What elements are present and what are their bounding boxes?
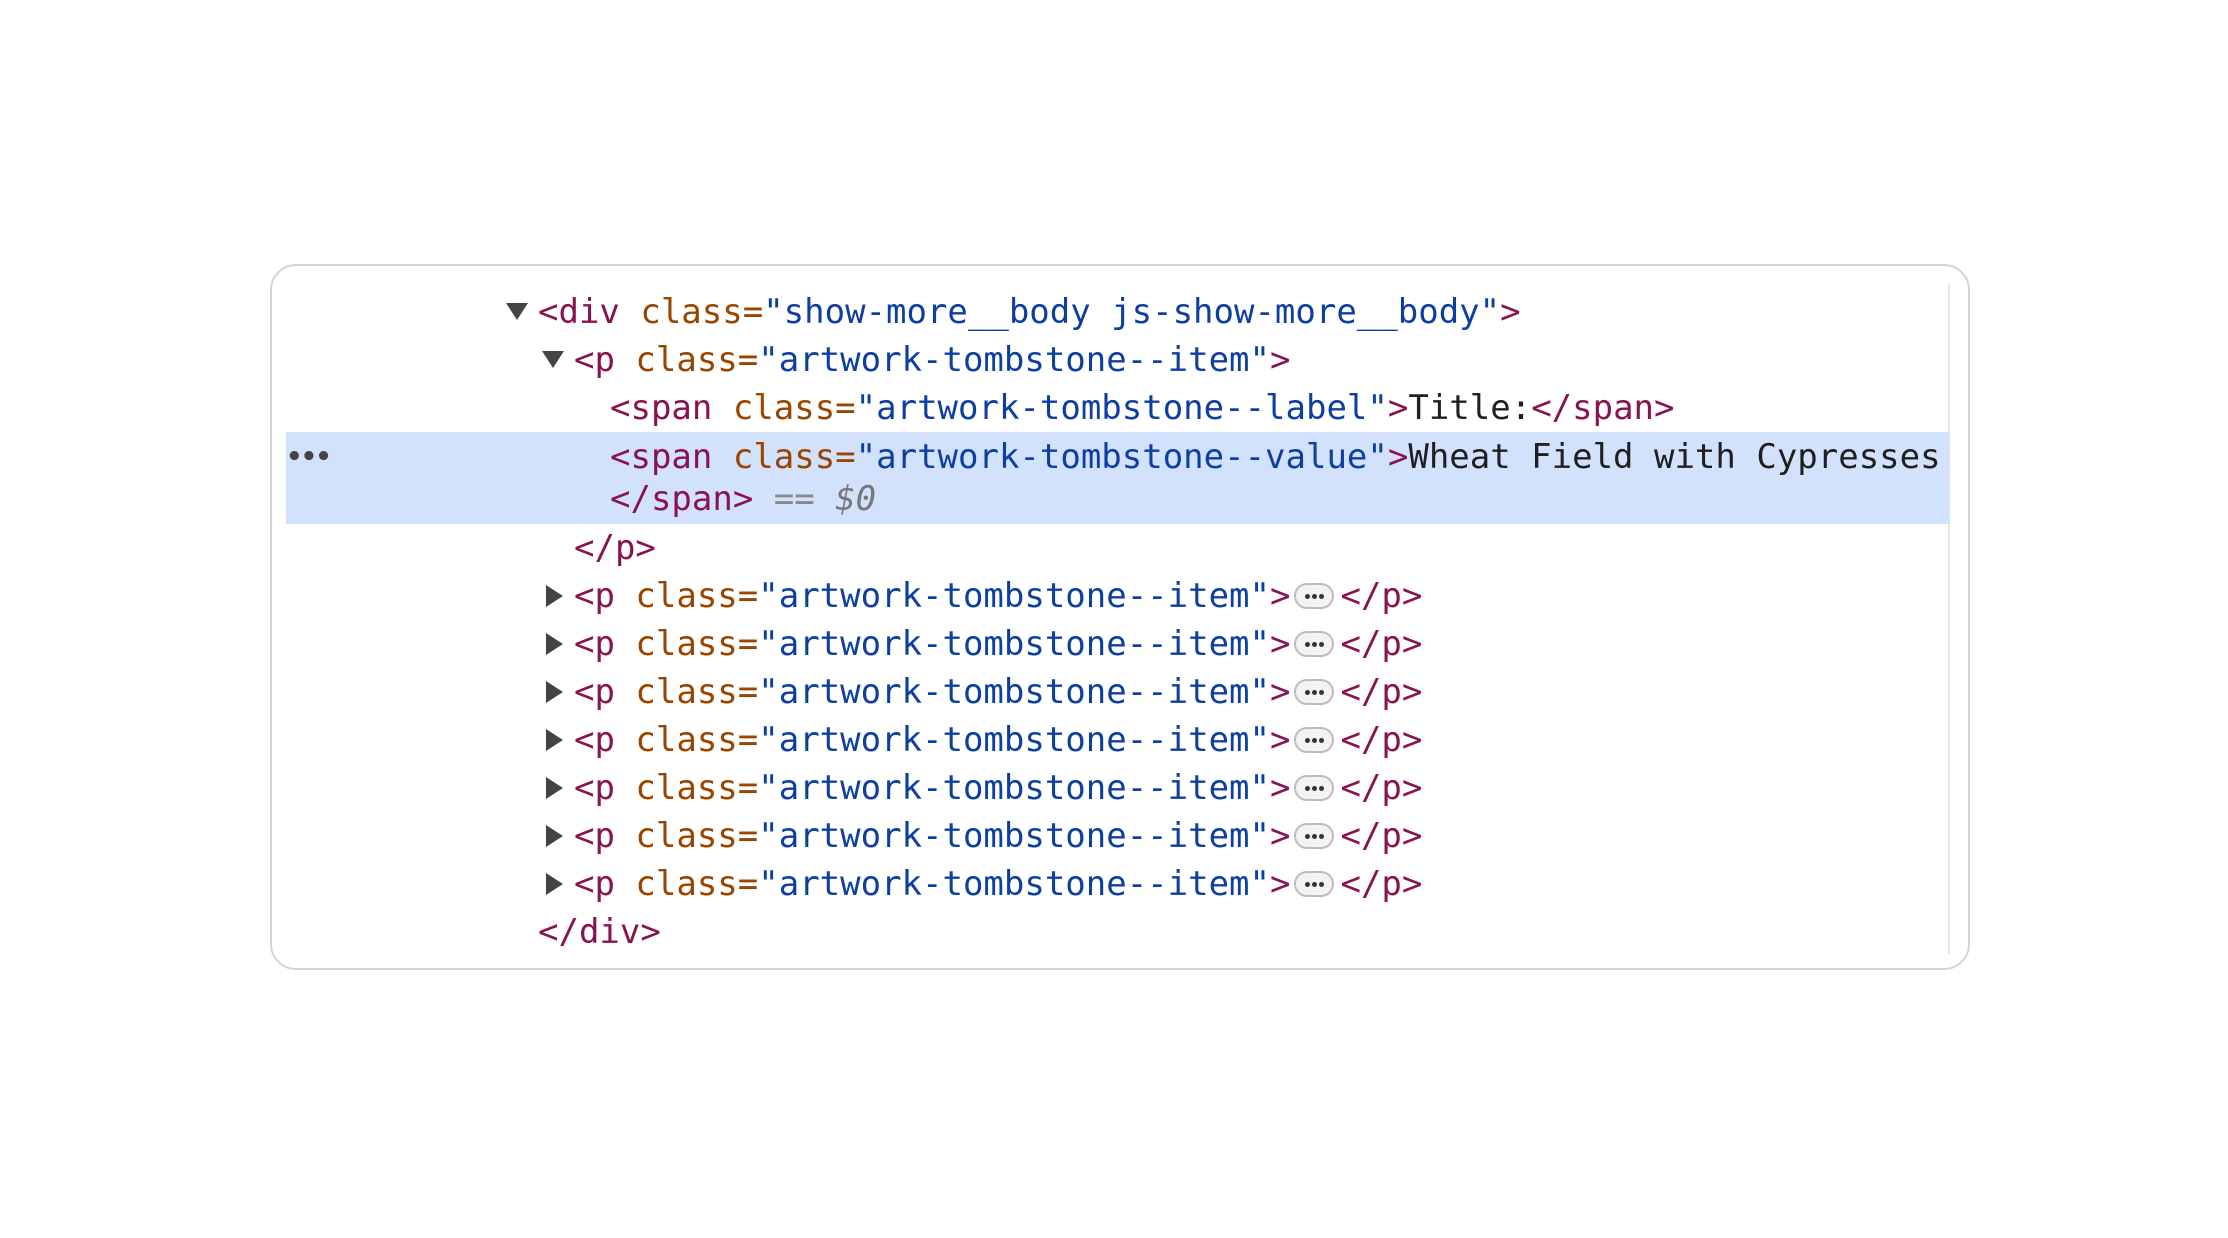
tree-row-collapsed-p[interactable]: <p class="artwork-tombstone--item"> </p>: [286, 860, 1950, 908]
attribute-value: "artwork-tombstone--item": [758, 672, 1270, 712]
tag-name: <p: [574, 768, 615, 808]
tree-row-collapsed-p[interactable]: <p class="artwork-tombstone--item"> </p>: [286, 620, 1950, 668]
tree-row-div-close[interactable]: </div>: [286, 908, 1950, 956]
tag-close: >: [1387, 388, 1409, 428]
triangle-right-icon[interactable]: [546, 777, 563, 799]
tree-row-collapsed-p[interactable]: <p class="artwork-tombstone--item"> </p>: [286, 764, 1950, 812]
tag-close: >: [1270, 768, 1291, 808]
ellipsis-pill-icon[interactable]: [1294, 726, 1335, 753]
tag-end: </p>: [574, 528, 656, 568]
ellipsis-pill-icon[interactable]: [1294, 870, 1335, 897]
triangle-right-icon[interactable]: [546, 873, 563, 895]
tag-name: <p: [574, 672, 615, 712]
tag-close: >: [1270, 624, 1291, 664]
attribute-name: class=: [614, 340, 759, 380]
tag-name: <div: [538, 292, 620, 332]
tree-row-collapsed-p[interactable]: <p class="artwork-tombstone--item"> </p>: [286, 668, 1950, 716]
ellipsis-pill-icon[interactable]: [1294, 774, 1335, 801]
attribute-value: "artwork-tombstone--item": [758, 624, 1270, 664]
tag-close: >: [1270, 864, 1291, 904]
ellipsis-pill-icon[interactable]: [1294, 582, 1335, 609]
triangle-right-icon[interactable]: [546, 729, 563, 751]
triangle-down-icon[interactable]: [506, 303, 528, 320]
attribute-name: class=: [619, 292, 764, 332]
attribute-value: "artwork-tombstone--item": [758, 340, 1270, 380]
attribute-value: "artwork-tombstone--item": [758, 768, 1270, 808]
tag-end: </span>: [610, 479, 754, 519]
tag-end: </p>: [1340, 576, 1423, 616]
tag-close: >: [1270, 576, 1291, 616]
tree-row-value-span-selected[interactable]: ••• <span class="artwork-tombstone--valu…: [286, 432, 1950, 478]
tag-end: </p>: [1340, 816, 1423, 856]
tag-name: <p: [574, 624, 615, 664]
attribute-name: class=: [614, 672, 759, 712]
attribute-name: class=: [712, 388, 856, 428]
attribute-name: class=: [614, 624, 759, 664]
triangle-down-icon[interactable]: [542, 351, 564, 368]
ellipsis-pill-icon[interactable]: [1294, 822, 1335, 849]
tree-row-label-span[interactable]: <span class="artwork-tombstone--label">T…: [286, 384, 1950, 432]
attribute-name: class=: [614, 576, 759, 616]
attribute-name: class=: [614, 864, 759, 904]
tag-name: <span: [610, 437, 713, 477]
triangle-right-icon[interactable]: [546, 681, 563, 703]
tag-name: <p: [574, 816, 615, 856]
tag-end: </p>: [1340, 672, 1423, 712]
attribute-value: "artwork-tombstone--item": [758, 816, 1270, 856]
attribute-value: "artwork-tombstone--item": [758, 864, 1270, 904]
tag-name: <p: [574, 576, 615, 616]
tag-name: <p: [574, 340, 615, 380]
tree-row-div-open[interactable]: <div class="show-more__body js-show-more…: [286, 288, 1950, 336]
tag-end: </p>: [1340, 864, 1423, 904]
tag-name: <p: [574, 720, 615, 760]
tag-end: </p>: [1340, 720, 1423, 760]
text-node: Title:: [1408, 388, 1532, 428]
tag-close: >: [1270, 340, 1291, 380]
ellipsis-pill-icon[interactable]: [1294, 630, 1335, 657]
tree-row-p-open[interactable]: <p class="artwork-tombstone--item">: [286, 336, 1950, 384]
tag-end: </span>: [1531, 388, 1675, 428]
dom-tree: <div class="show-more__body js-show-more…: [286, 288, 1950, 956]
attribute-name: class=: [712, 437, 856, 477]
tag-close: >: [1270, 720, 1291, 760]
attribute-value: "show-more__body js-show-more__body": [763, 292, 1501, 332]
attribute-name: class=: [614, 720, 759, 760]
tag-close: >: [1270, 816, 1291, 856]
equals-marker: ==: [753, 479, 836, 519]
attribute-value: "artwork-tombstone--label": [855, 388, 1388, 428]
attribute-value: "artwork-tombstone--item": [758, 720, 1270, 760]
tag-name: <p: [574, 864, 615, 904]
attribute-value: "artwork-tombstone--value": [855, 437, 1388, 477]
tag-close: >: [1270, 672, 1291, 712]
tag-end: </div>: [538, 912, 661, 952]
tag-close: >: [1500, 292, 1521, 332]
tree-row-collapsed-p[interactable]: <p class="artwork-tombstone--item"> </p>: [286, 572, 1950, 620]
tag-close: >: [1387, 437, 1409, 477]
tag-end: </p>: [1340, 624, 1423, 664]
text-node: Wheat Field with Cypresses: [1408, 437, 1941, 477]
attribute-name: class=: [614, 816, 759, 856]
attribute-value: "artwork-tombstone--item": [758, 576, 1270, 616]
attribute-name: class=: [614, 768, 759, 808]
triangle-right-icon[interactable]: [546, 585, 563, 607]
tree-row-collapsed-p[interactable]: <p class="artwork-tombstone--item"> </p>: [286, 812, 1950, 860]
tag-end: </p>: [1340, 768, 1423, 808]
tree-row-p-close[interactable]: </p>: [286, 524, 1950, 572]
tree-row-value-span-end[interactable]: </span> == $0: [286, 478, 1950, 524]
tag-name: <span: [610, 388, 713, 428]
gutter-menu-icon[interactable]: •••: [286, 432, 332, 482]
ellipsis-pill-icon[interactable]: [1294, 678, 1335, 705]
triangle-right-icon[interactable]: [546, 825, 563, 847]
console-ref: $0: [835, 479, 877, 519]
triangle-right-icon[interactable]: [546, 633, 563, 655]
tree-row-collapsed-p[interactable]: <p class="artwork-tombstone--item"> </p>: [286, 716, 1950, 764]
